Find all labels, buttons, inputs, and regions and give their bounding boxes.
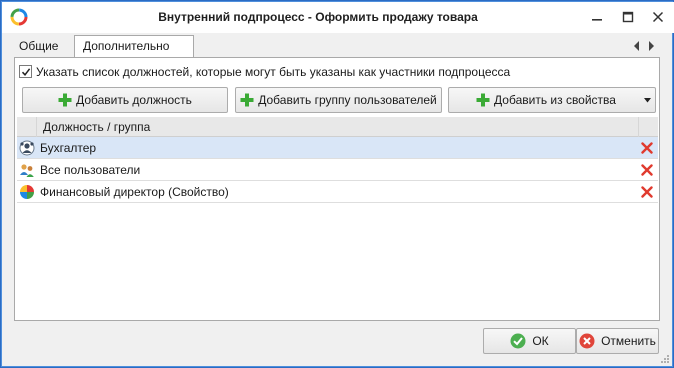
- ok-button[interactable]: ОК: [483, 328, 576, 354]
- add-from-property-button[interactable]: Добавить из свойства: [448, 87, 656, 113]
- specify-positions-checkbox[interactable]: [19, 65, 32, 78]
- cancel-button[interactable]: Отменить: [576, 328, 659, 354]
- cancel-x-icon: [579, 333, 595, 349]
- maximize-button[interactable]: [613, 2, 643, 33]
- tab-scroll-right-icon[interactable]: [646, 40, 656, 52]
- checkmark-icon: [21, 68, 31, 76]
- list-header-gutter: [17, 117, 37, 137]
- tab-scroll-left-icon[interactable]: [632, 40, 642, 52]
- delete-icon[interactable]: [641, 142, 653, 154]
- positions-list: Должность / группа Бухгалтер Все пользов…: [17, 117, 658, 203]
- add-from-property-label: Добавить из свойства: [494, 93, 616, 107]
- dialog-window: Внутренний подпроцесс - Оформить продажу…: [0, 0, 674, 368]
- list-header-end: [638, 117, 658, 137]
- plus-icon: [240, 93, 254, 107]
- minimize-icon: [592, 19, 602, 21]
- plus-icon: [58, 93, 72, 107]
- app-logo-icon: [10, 8, 28, 26]
- tab-additional[interactable]: Дополнительно: [74, 35, 194, 58]
- close-button[interactable]: [643, 2, 673, 33]
- list-item-label: Бухгалтер: [40, 141, 97, 155]
- list-item[interactable]: Бухгалтер: [17, 137, 658, 159]
- minimize-button[interactable]: [582, 2, 612, 33]
- position-icon: [19, 140, 35, 156]
- list-item[interactable]: Финансовый директор (Свойство): [17, 181, 658, 203]
- column-header-position-group[interactable]: Должность / группа: [43, 120, 150, 134]
- dropdown-arrow-icon[interactable]: [644, 98, 651, 103]
- list-item-label: Все пользователи: [40, 163, 141, 177]
- list-item-label: Финансовый директор (Свойство): [40, 185, 229, 199]
- plus-icon: [476, 93, 490, 107]
- tab-general[interactable]: Общие: [11, 37, 72, 57]
- property-icon: [20, 185, 34, 199]
- specify-positions-label: Указать список должностей, которые могут…: [36, 65, 511, 79]
- ok-label: ОК: [532, 334, 549, 348]
- window-title: Внутренний подпроцесс - Оформить продажу…: [158, 10, 478, 24]
- delete-icon[interactable]: [641, 164, 653, 176]
- add-user-group-label: Добавить группу пользователей: [258, 93, 437, 107]
- ok-check-icon: [510, 333, 526, 349]
- tab-panel-additional: Указать список должностей, которые могут…: [14, 57, 660, 321]
- close-icon: [652, 11, 664, 23]
- delete-icon[interactable]: [641, 186, 653, 198]
- list-item[interactable]: Все пользователи: [17, 159, 658, 181]
- add-user-group-button[interactable]: Добавить группу пользователей: [235, 87, 442, 113]
- add-position-label: Добавить должность: [76, 93, 192, 107]
- add-position-button[interactable]: Добавить должность: [22, 87, 228, 113]
- list-header: Должность / группа: [17, 117, 658, 137]
- resize-grip-icon[interactable]: [660, 354, 670, 364]
- tab-strip: Общие Дополнительно: [11, 35, 659, 58]
- maximize-icon: [622, 11, 634, 23]
- users-group-icon: [20, 164, 34, 177]
- cancel-label: Отменить: [601, 334, 656, 348]
- title-bar[interactable]: Внутренний подпроцесс - Оформить продажу…: [2, 2, 674, 33]
